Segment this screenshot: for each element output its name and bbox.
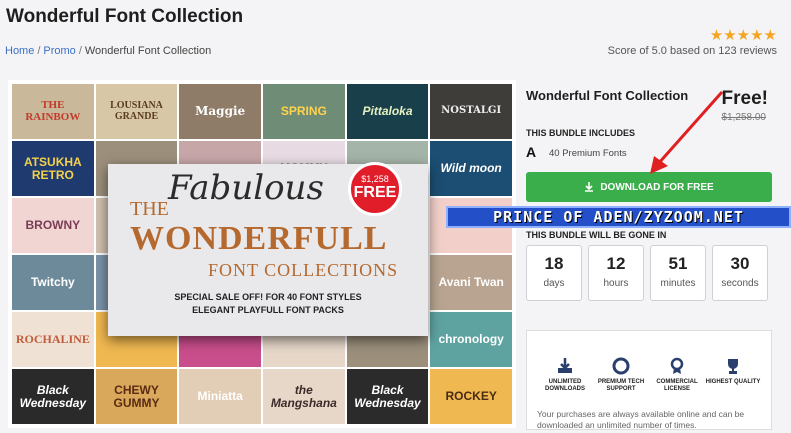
timer-value: 12 [606,254,626,273]
trophy-icon [728,359,738,374]
breadcrumb-separator: / [78,45,82,57]
font-tile: Black Wednesday [346,369,429,424]
feature-unlimited-downloads: UNLIMITED DOWNLOADS [537,357,593,393]
feature-tech-support: PREMIUM TECH SUPPORT [593,357,649,393]
overlay-packs-line: ELEGANT PLAYFULL FONT PACKS [192,305,344,315]
feature-commercial-license: COMMERCIAL LICENSE [649,357,705,393]
bundle-title: Wonderful Font Collection [526,88,689,103]
download-icon [558,358,572,373]
features-box: UNLIMITED DOWNLOADS PREMIUM TECH SUPPORT… [526,330,772,430]
page-title: Wonderful Font Collection [6,6,244,27]
font-tile: CHEWY GUMMY [95,369,178,424]
badge-price: $1,258 [361,174,389,184]
font-tile: ROCKEY [430,369,512,424]
font-tile: Avani Twan [430,255,512,310]
breadcrumb-current: Wonderful Font Collection [84,45,212,57]
price-free: Free! [721,88,768,109]
overlay-wonderfull: WONDERFULL [130,220,388,257]
font-tile: Miniatta [179,369,261,424]
review-score: Score of 5.0 based on 123 reviews [607,45,777,57]
download-button-label: DOWNLOAD FOR FREE [600,181,714,193]
download-button[interactable]: DOWNLOAD FOR FREE [526,172,772,202]
free-badge: $1,258 FREE [348,162,402,216]
timer-unit: days [543,278,565,289]
font-tile: Pittaloka [346,84,429,139]
feature-label: HIGHEST QUALITY [705,379,761,385]
purchase-note: Your purchases are always available onli… [537,409,745,430]
award-icon [670,357,684,374]
countdown-label: THIS BUNDLE WILL BE GONE IN [526,230,667,240]
timer-value: 18 [544,254,564,273]
timer-hours: 12 hours [588,245,644,301]
overlay-the: THE [130,198,169,220]
font-tile: chronology [430,312,512,367]
font-tile: Black Wednesday [12,369,94,424]
font-tile: ROCHALINE [12,312,94,367]
breadcrumb-promo[interactable]: Promo [43,45,75,57]
font-tile: Maggie [179,84,261,139]
timer-unit: minutes [660,278,696,289]
overlay-sale-line: SPECIAL SALE OFF! FOR 40 FONT STYLES [174,292,362,302]
font-tile: THE RAINBOW [12,84,94,139]
font-tile: BROWNY [12,198,94,253]
font-tile: SPRING [262,84,345,139]
page: Wonderful Font Collection ★★★★★ Home / Pro… [0,0,791,433]
font-tile: LOUSIANA GRANDE [95,84,178,139]
countdown-timer: 18 days 12 hours 51 minutes 30 seconds [526,245,768,301]
includes-label: THIS BUNDLE INCLUDES [526,128,636,138]
feature-label: PREMIUM TECH SUPPORT [597,379,645,392]
lifebuoy-icon [612,357,630,375]
timer-minutes: 51 minutes [650,245,706,301]
font-letter-icon: A [526,144,537,160]
timer-value: 51 [668,254,688,273]
font-tile: the Mangshana [262,369,345,424]
breadcrumb-home[interactable]: Home [5,45,34,57]
font-tile: Wild moon [430,141,512,196]
feature-highest-quality: HIGHEST QUALITY [705,357,761,386]
timer-days: 18 days [526,245,582,301]
promo-overlay-card: Fabulous THE WONDERFULL FONT COLLECTIONS… [108,162,428,336]
price-old: $1,258.00 [721,112,767,123]
breadcrumb: Home / Promo / Wonderful Font Collection [5,45,211,57]
font-tile: Twitchy [12,255,94,310]
feature-label: UNLIMITED DOWNLOADS [545,379,585,392]
timer-unit: hours [603,278,629,289]
timer-seconds: 30 seconds [712,245,768,301]
includes-count: 40 Premium Fonts [549,148,627,159]
font-tile: ATSUKHA RETRO [12,141,94,196]
timer-unit: seconds [721,278,759,289]
download-icon [585,182,594,192]
overlay-collections: FONT COLLECTIONS [208,260,399,280]
badge-free: FREE [353,184,397,201]
rating-stars: ★★★★★ [709,27,777,44]
font-tile: NOSTALGI [430,84,512,139]
preview-gallery[interactable]: THE RAINBOW LOUSIANA GRANDE Maggie SPRIN… [8,80,516,428]
overlay-fabulous: Fabulous [168,168,324,208]
breadcrumb-separator: / [37,45,41,57]
bundle-panel: Wonderful Font Collection Free! $1,258.0… [526,80,782,430]
watermark-banner: PRINCE OF ADEN/ZYZOOM.NET [446,206,791,228]
feature-label: COMMERCIAL LICENSE [656,379,698,392]
timer-value: 30 [730,254,750,273]
